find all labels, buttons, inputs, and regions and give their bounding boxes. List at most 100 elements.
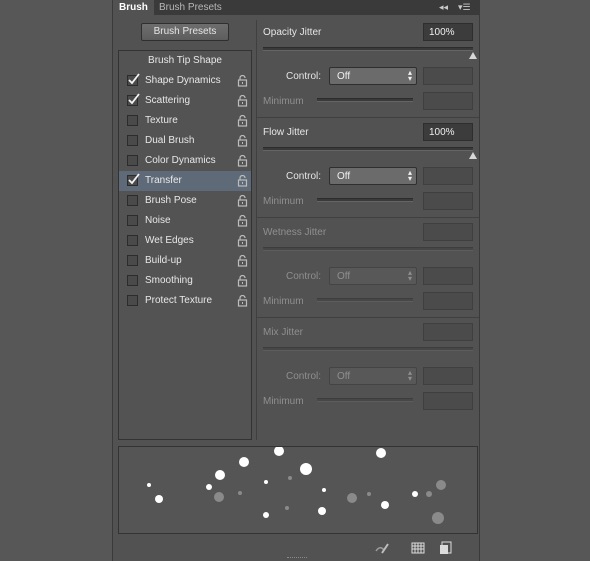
grid-icon[interactable] — [411, 541, 425, 555]
new-preset-icon[interactable] — [439, 541, 453, 555]
list-item-texture[interactable]: Texture — [119, 111, 251, 131]
panel-menu-icon[interactable]: ▾☰ — [458, 0, 471, 15]
tab-bar: Brush Brush Presets ◂◂ ▾☰ — [113, 0, 479, 15]
list-item-shape-dynamics[interactable]: Shape Dynamics — [119, 71, 251, 91]
transfer-checkbox[interactable] — [127, 173, 140, 186]
flow-jitter-label: Flow Jitter — [263, 127, 309, 138]
flow-control-dropdown[interactable]: Off ▴ ▾ — [329, 167, 417, 185]
mix-jitter-label: Mix Jitter — [263, 327, 303, 338]
flow-jitter-thumb[interactable] — [469, 152, 477, 159]
build-up-checkbox[interactable] — [127, 255, 138, 266]
wetness-jitter-label: Wetness Jitter — [263, 227, 327, 238]
mix-control-label: Control: — [286, 371, 322, 382]
lock-icon[interactable] — [237, 154, 248, 167]
flow-control-label: Control: — [286, 171, 322, 182]
opacity-jitter-thumb[interactable] — [469, 52, 477, 59]
mix-control-value: Off — [337, 371, 351, 382]
list-item-label: Wet Edges — [145, 235, 194, 246]
dropdown-arrows-icon: ▴ ▾ — [407, 268, 412, 283]
brush-presets-button[interactable]: Brush Presets — [141, 23, 229, 41]
tab-brush[interactable]: Brush — [113, 0, 154, 15]
brush-toggle-icon[interactable] — [375, 541, 389, 555]
dropdown-arrows-icon: ▴ ▾ — [407, 68, 412, 83]
dropdown-arrows-icon: ▴ ▾ — [407, 368, 412, 383]
wetness-minimum-slider — [317, 298, 413, 302]
lock-icon[interactable] — [237, 134, 248, 147]
list-item-brush-pose[interactable]: Brush Pose — [119, 191, 251, 211]
brush-stroke-preview — [118, 446, 478, 534]
flow-control-field — [423, 167, 473, 185]
list-item-label: Brush Tip Shape — [148, 55, 222, 66]
smoothing-checkbox[interactable] — [127, 275, 138, 286]
list-item-scattering[interactable]: Scattering — [119, 91, 251, 111]
tab-brush-presets[interactable]: Brush Presets — [153, 0, 228, 15]
mix-minimum-slider — [317, 398, 413, 402]
brush-pose-checkbox[interactable] — [127, 195, 138, 206]
lock-icon[interactable] — [237, 254, 248, 267]
list-item-color-dynamics[interactable]: Color Dynamics — [119, 151, 251, 171]
lock-icon[interactable] — [237, 234, 248, 247]
protect-texture-checkbox[interactable] — [127, 295, 138, 306]
flow-control-value: Off — [337, 171, 351, 182]
list-item-noise[interactable]: Noise — [119, 211, 251, 231]
list-item-label: Dual Brush — [145, 135, 195, 146]
wetness-jitter-field — [423, 223, 473, 241]
lock-icon[interactable] — [237, 114, 248, 127]
section-divider — [256, 317, 479, 318]
lock-icon[interactable] — [237, 174, 248, 187]
wet-edges-checkbox[interactable] — [127, 235, 138, 246]
lock-icon[interactable] — [237, 274, 248, 287]
collapse-icon[interactable]: ◂◂ — [439, 0, 448, 15]
wetness-control-field — [423, 267, 473, 285]
mix-control-field — [423, 367, 473, 385]
scattered-dots-stroke — [147, 447, 446, 524]
wetness-minimum-field — [423, 292, 473, 310]
list-item-build-up[interactable]: Build-up — [119, 251, 251, 271]
lock-icon[interactable] — [237, 214, 248, 227]
list-item-dual-brush[interactable]: Dual Brush — [119, 131, 251, 151]
resize-gripper[interactable] — [287, 557, 307, 561]
lock-icon[interactable] — [237, 294, 248, 307]
color-dynamics-checkbox[interactable] — [127, 155, 138, 166]
opacity-jitter-slider[interactable] — [263, 47, 473, 51]
flow-minimum-slider[interactable] — [317, 198, 413, 202]
workspace-left — [0, 0, 112, 561]
texture-checkbox[interactable] — [127, 115, 138, 126]
list-item-brush-tip-shape[interactable]: Brush Tip Shape — [119, 51, 251, 71]
lock-icon[interactable] — [237, 74, 248, 87]
mix-minimum-label: Minimum — [263, 396, 304, 407]
list-item-smoothing[interactable]: Smoothing — [119, 271, 251, 291]
flow-minimum-field — [423, 192, 473, 210]
opacity-minimum-slider[interactable] — [317, 98, 413, 102]
wetness-control-value: Off — [337, 271, 351, 282]
list-item-label: Noise — [145, 215, 171, 226]
wetness-minimum-label: Minimum — [263, 296, 304, 307]
opacity-jitter-value[interactable]: 100% — [423, 23, 473, 41]
lock-icon[interactable] — [237, 94, 248, 107]
opacity-minimum-label: Minimum — [263, 96, 304, 107]
list-item-transfer[interactable]: Transfer — [119, 171, 251, 191]
shape-dynamics-checkbox[interactable] — [127, 73, 140, 86]
mix-jitter-slider — [263, 347, 473, 351]
dropdown-arrows-icon: ▴ ▾ — [407, 168, 412, 183]
brush-settings-list: Brush Tip Shape Shape Dynamics Scattering T… — [118, 50, 252, 440]
noise-checkbox[interactable] — [127, 215, 138, 226]
mix-control-dropdown: Off ▴ ▾ — [329, 367, 417, 385]
list-item-label: Brush Pose — [145, 195, 197, 206]
lock-icon[interactable] — [237, 194, 248, 207]
list-item-protect-texture[interactable]: Protect Texture — [119, 291, 251, 311]
list-item-label: Smoothing — [145, 275, 193, 286]
flow-jitter-value[interactable]: 100% — [423, 123, 473, 141]
flow-minimum-label: Minimum — [263, 196, 304, 207]
dual-brush-checkbox[interactable] — [127, 135, 138, 146]
flow-jitter-slider[interactable] — [263, 147, 473, 151]
mix-jitter-field — [423, 323, 473, 341]
wetness-jitter-slider — [263, 247, 473, 251]
section-divider — [256, 117, 479, 118]
workspace-right — [480, 0, 590, 561]
opacity-control-value: Off — [337, 71, 351, 82]
opacity-control-dropdown[interactable]: Off ▴ ▾ — [329, 67, 417, 85]
wetness-control-dropdown: Off ▴ ▾ — [329, 267, 417, 285]
list-item-wet-edges[interactable]: Wet Edges — [119, 231, 251, 251]
scattering-checkbox[interactable] — [127, 93, 140, 106]
